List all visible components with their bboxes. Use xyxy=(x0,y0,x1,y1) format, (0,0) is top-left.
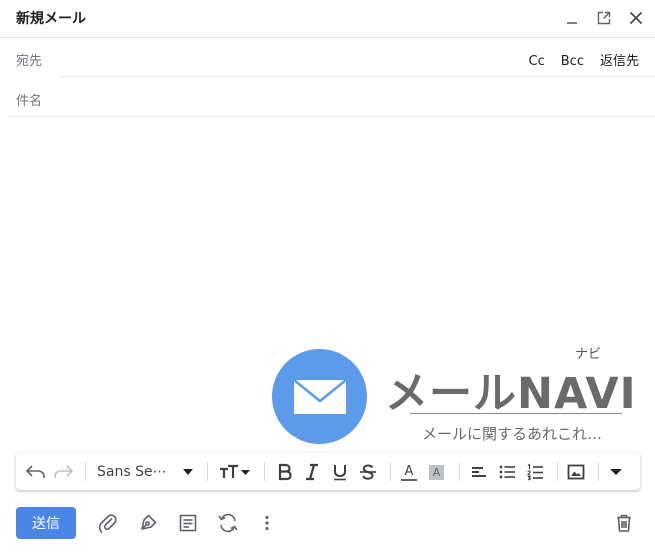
toolbar-divider xyxy=(390,462,391,481)
highlight-color-icon[interactable]: A xyxy=(429,460,444,484)
font-family-select[interactable]: Sans Se⋯ xyxy=(97,460,193,484)
redo-icon[interactable] xyxy=(52,460,74,484)
undo-icon[interactable] xyxy=(25,460,47,484)
toolbar-divider xyxy=(207,462,208,481)
align-icon[interactable] xyxy=(470,460,488,484)
to-input[interactable] xyxy=(56,44,490,72)
bold-icon[interactable] xyxy=(275,460,293,484)
highlight-letter: A xyxy=(429,464,444,480)
toolbar-divider xyxy=(598,462,599,481)
more-formatting-icon[interactable] xyxy=(610,460,622,484)
logo-circle xyxy=(272,349,367,444)
text-color-icon[interactable]: A xyxy=(401,460,417,484)
dropdown-arrow-icon xyxy=(182,469,193,475)
recipient-options: Cc Bcc 返信先 xyxy=(513,50,639,69)
compose-header: 新規メール xyxy=(0,0,655,38)
attachment-icon[interactable] xyxy=(95,510,121,536)
cc-link[interactable]: Cc xyxy=(529,54,545,69)
more-options-icon[interactable] xyxy=(254,510,280,536)
window-title: 新規メール xyxy=(16,11,86,27)
subject-row: 件名 xyxy=(8,78,655,117)
subject-input[interactable] xyxy=(56,84,640,112)
bulleted-list-icon[interactable] xyxy=(498,460,516,484)
numbered-list-icon[interactable] xyxy=(526,460,544,484)
subject-label: 件名 xyxy=(16,94,43,109)
recipients-row: 宛先 Cc Bcc 返信先 xyxy=(8,38,655,77)
reply-to-link[interactable]: 返信先 xyxy=(600,54,639,69)
bcc-link[interactable]: Bcc xyxy=(561,54,584,69)
envelope-icon xyxy=(292,378,347,414)
sync-icon[interactable] xyxy=(215,510,241,536)
to-label: 宛先 xyxy=(16,54,43,69)
underline-icon[interactable] xyxy=(331,460,349,484)
divider xyxy=(60,76,655,77)
send-button[interactable]: 送信 xyxy=(16,507,76,539)
template-icon[interactable] xyxy=(175,510,201,536)
font-family-value: Sans Se⋯ xyxy=(97,464,167,480)
logo-underline xyxy=(410,413,622,414)
fullscreen-icon[interactable] xyxy=(594,8,614,28)
close-icon[interactable] xyxy=(626,8,646,28)
italic-icon[interactable] xyxy=(303,460,321,484)
image-icon[interactable] xyxy=(567,460,585,484)
toolbar-divider xyxy=(85,462,86,481)
trash-icon[interactable] xyxy=(611,510,637,536)
text-color-bar xyxy=(401,478,417,481)
logo-tagline: メールに関するあれこれ… xyxy=(422,425,603,443)
toolbar-divider xyxy=(459,462,460,481)
formatting-toolbar: Sans Se⋯ A A xyxy=(16,453,640,490)
minimize-icon[interactable] xyxy=(562,8,582,28)
toolbar-divider xyxy=(557,462,558,481)
strikethrough-icon[interactable] xyxy=(359,460,377,484)
logo-name: メールNAVI xyxy=(385,369,637,419)
text-color-letter: A xyxy=(404,463,414,479)
font-size-icon[interactable] xyxy=(219,460,251,484)
toolbar-divider xyxy=(264,462,265,481)
mailnavi-logo: ナビ メールNAVI メールに関するあれこれ… xyxy=(272,347,642,449)
signature-icon[interactable] xyxy=(135,510,161,536)
